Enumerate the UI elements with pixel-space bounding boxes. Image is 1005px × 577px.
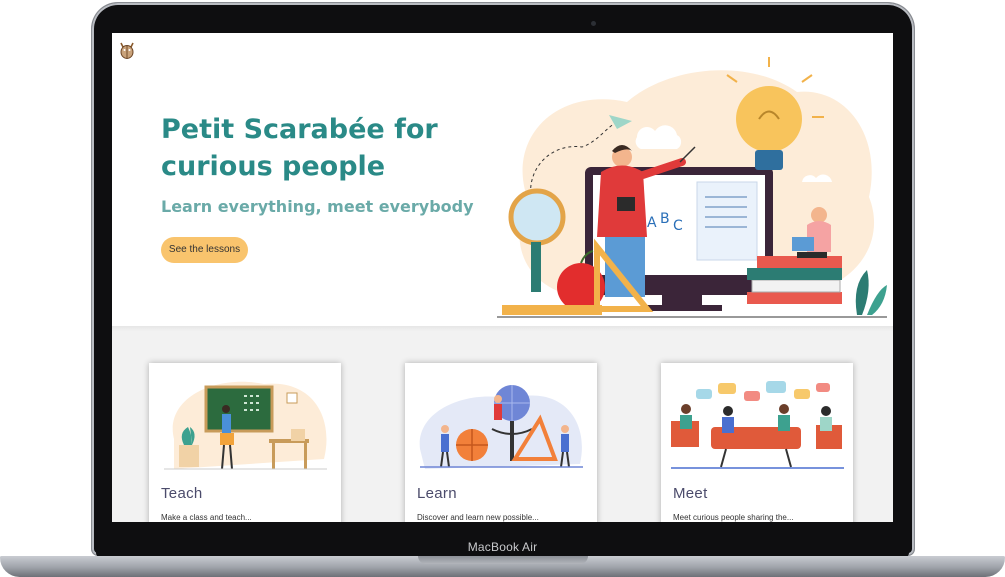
card-title: Teach: [161, 485, 203, 502]
learn-illustration: [410, 369, 593, 477]
camera-icon: [591, 21, 596, 26]
svg-text:A: A: [647, 215, 657, 231]
card-text: Discover and learn new possible...: [417, 513, 539, 522]
browser-screen: Petit Scarabée for curious people Learn …: [112, 33, 893, 522]
card-text: Meet curious people sharing the...: [673, 513, 794, 522]
hero-section: Petit Scarabée for curious people Learn …: [112, 33, 893, 327]
card-teach[interactable]: Teach Make a class and teach...: [149, 363, 341, 522]
card-learn[interactable]: Learn Discover and learn new possible...: [405, 363, 597, 522]
laptop-notch: [418, 556, 588, 564]
beetle-logo-icon[interactable]: [118, 40, 136, 60]
card-title: Meet: [673, 485, 708, 502]
see-lessons-button[interactable]: See the lessons: [161, 237, 248, 263]
meet-illustration: [666, 369, 849, 477]
features-section: Teach Make a class and teach... Learn Di…: [112, 332, 893, 522]
card-meet[interactable]: Meet Meet curious people sharing the...: [661, 363, 853, 522]
svg-text:C: C: [673, 218, 683, 234]
laptop-model-label: MacBook Air: [467, 540, 538, 554]
card-title: Learn: [417, 485, 457, 502]
teach-illustration: [154, 369, 337, 477]
hero-title: Petit Scarabée for curious people: [161, 114, 438, 182]
svg-text:B: B: [660, 211, 670, 227]
hero-subtitle: Learn everything, meet everybody: [161, 197, 474, 216]
card-text: Make a class and teach...: [161, 513, 252, 522]
teacher-classroom-illustration: A B C: [497, 57, 887, 318]
